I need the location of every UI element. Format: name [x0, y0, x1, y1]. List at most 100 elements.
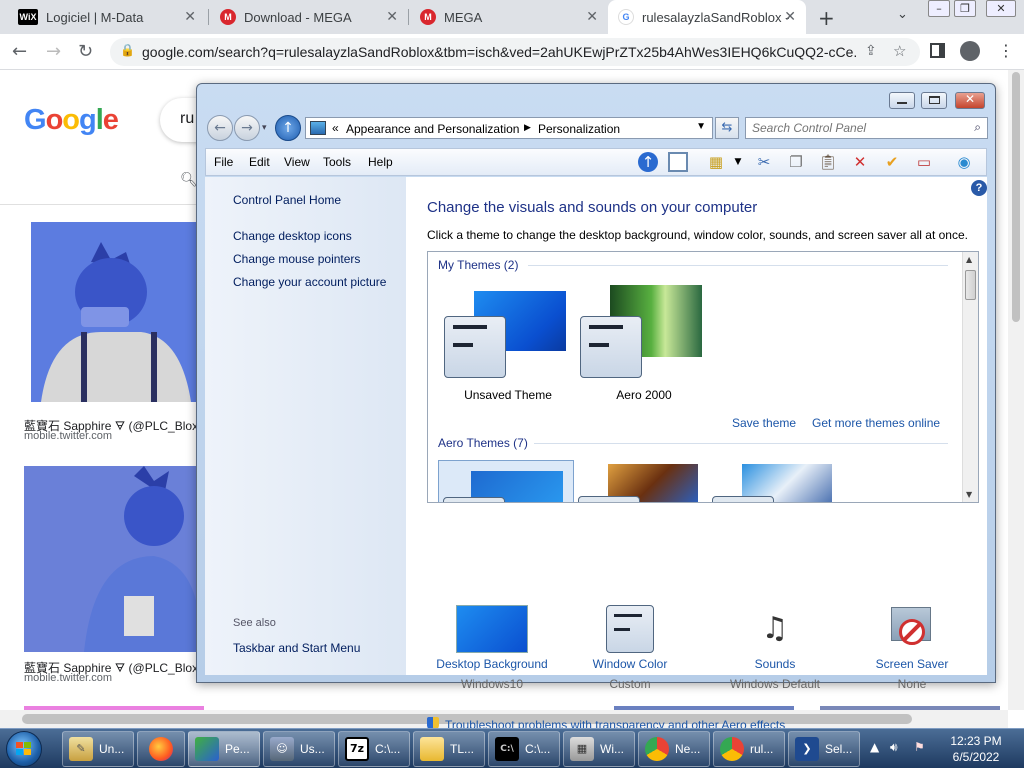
cp-close-button[interactable]: ✕ — [955, 92, 985, 109]
link-change-mouse-pointers[interactable]: Change mouse pointers — [233, 252, 360, 266]
history-dropdown-icon[interactable]: ▾ — [262, 123, 267, 133]
result-image[interactable] — [24, 466, 201, 652]
cp-refresh-button[interactable]: ⇆ — [715, 117, 739, 139]
theme-aero-architecture[interactable] — [578, 464, 708, 502]
cp-minimize-button[interactable] — [889, 92, 915, 109]
taskbar-btn-chrome-rul[interactable]: rul... — [713, 731, 785, 767]
taskbar-btn-folder[interactable]: TL... — [413, 731, 485, 767]
taskbar-btn-powershell[interactable]: ❯ Sel... — [788, 731, 860, 767]
paint-icon: ✎ — [69, 737, 93, 761]
share-icon[interactable]: ⇪ — [865, 43, 877, 59]
menu-edit[interactable]: Edit — [249, 155, 270, 169]
close-tab-icon[interactable]: ✕ — [184, 9, 196, 25]
taskbar-btn-windows[interactable]: ▦ Wi... — [563, 731, 635, 767]
tab-mega[interactable]: M MEGA ✕ — [410, 0, 608, 34]
taskbar-btn-cmd[interactable]: C:\ C:\... — [488, 731, 560, 767]
taskbar-btn-users[interactable]: ☺ Us... — [263, 731, 335, 767]
back-icon[interactable]: ← — [12, 41, 27, 62]
restore-button[interactable]: ❐ — [954, 0, 976, 17]
link-taskbar-start-menu[interactable]: Taskbar and Start Menu — [233, 641, 360, 655]
copy-icon[interactable]: ❐ — [786, 152, 806, 172]
theme-aero-windows[interactable] — [438, 460, 574, 502]
save-theme-link[interactable]: Save theme — [732, 416, 796, 430]
taskbar-btn-7zip[interactable]: 7z C:\... — [338, 731, 410, 767]
cp-forward-button[interactable]: → — [234, 115, 260, 141]
address-dropdown-icon[interactable]: ▼ — [696, 121, 706, 132]
get-more-themes-link[interactable]: Get more themes online — [812, 416, 940, 430]
close-tab-icon[interactable]: ✕ — [586, 9, 598, 25]
help-icon[interactable]: ? — [971, 180, 987, 196]
sounds-item[interactable]: ♫ Sounds Windows Default — [710, 605, 840, 691]
close-icon: ✕ — [964, 92, 976, 106]
lock-icon: 🔒 — [120, 43, 135, 57]
volume-icon[interactable]: 🔊︎ — [890, 740, 898, 755]
paste-icon[interactable]: 📋︎ — [818, 152, 838, 172]
menu-help[interactable]: Help — [368, 155, 393, 169]
taskbar-btn-paint[interactable]: ✎ Un... — [62, 731, 134, 767]
breadcrumb-appearance[interactable]: Appearance and Personalization — [346, 122, 519, 136]
checkmark-icon[interactable]: ✔ — [882, 152, 902, 172]
mega-icon: M — [220, 9, 236, 25]
bookmark-star-icon[interactable]: ☆ — [893, 42, 906, 60]
profile-avatar-icon[interactable] — [960, 41, 980, 61]
theme-aero-characters[interactable] — [712, 464, 842, 502]
show-hidden-icons-icon[interactable]: ▲ — [870, 740, 879, 754]
taskbar-btn-firefox[interactable] — [137, 731, 185, 767]
breadcrumb-personalization[interactable]: Personalization — [538, 122, 620, 136]
new-tab-icon[interactable]: + — [818, 6, 835, 30]
link-change-account-picture[interactable]: Change your account picture — [233, 275, 386, 289]
cp-up-button[interactable]: ↑ — [275, 115, 301, 141]
link-control-panel-home[interactable]: Control Panel Home — [233, 193, 341, 207]
delete-icon[interactable]: ✕ — [850, 152, 870, 172]
forward-icon[interactable]: → — [46, 41, 61, 62]
url-text[interactable]: google.com/search?q=rulesalayzlaSandRobl… — [142, 44, 857, 60]
side-panel-icon[interactable] — [930, 43, 945, 58]
folder-icon — [420, 737, 444, 761]
cut-icon[interactable]: ✂ — [754, 152, 774, 172]
cp-back-button[interactable]: ← — [207, 115, 233, 141]
breadcrumb-separator-icon[interactable]: ▶ — [524, 122, 531, 133]
desktop-background-item[interactable]: Desktop Background Windows10 — [427, 605, 557, 691]
cp-maximize-button[interactable] — [921, 92, 947, 109]
result-image[interactable] — [31, 222, 201, 402]
screen-saver-item[interactable]: Screen Saver None — [847, 605, 977, 691]
clock[interactable]: 12:23 PM 6/5/2022 — [946, 733, 1006, 765]
menu-view[interactable]: View — [284, 155, 310, 169]
address-bar[interactable]: 🔒 google.com/search?q=rulesalayzlaSandRo… — [110, 38, 920, 66]
close-tab-icon[interactable]: ✕ — [784, 9, 796, 25]
tab-logiciel[interactable]: WiX Logiciel | M-Data ✕ — [8, 0, 206, 34]
up-folder-icon[interactable]: ↑ — [638, 152, 658, 172]
menu-tools[interactable]: Tools — [323, 155, 351, 169]
views-icon[interactable]: ▦ — [706, 152, 726, 172]
menu-kebab-icon[interactable]: ⋮ — [998, 41, 1014, 60]
cp-search-box[interactable]: ⌕ — [745, 117, 988, 139]
cp-address-bar[interactable]: « Appearance and Personalization ▶ Perso… — [305, 117, 713, 139]
globe-icon[interactable]: ◉ — [954, 152, 974, 172]
taskbar-btn-chrome-new[interactable]: Ne... — [638, 731, 710, 767]
close-tab-icon[interactable]: ✕ — [386, 9, 398, 25]
close-button[interactable]: ✕ — [986, 0, 1016, 17]
cp-search-input[interactable] — [752, 121, 952, 135]
start-button[interactable] — [6, 731, 42, 767]
page-vertical-scrollbar[interactable] — [1008, 70, 1024, 710]
network-icon[interactable]: ⚑ — [914, 740, 925, 754]
taskbar-btn-personalization[interactable]: Pe... — [188, 731, 260, 767]
cp-menubar: File Edit View Tools Help ↑ ▦ ▼ ✂ ❐ 📋︎ ✕… — [205, 148, 987, 176]
properties-icon[interactable]: ▭ — [914, 152, 934, 172]
google-logo[interactable]: Google — [24, 104, 119, 137]
search-icon[interactable]: ⌕ — [974, 120, 981, 135]
link-change-desktop-icons[interactable]: Change desktop icons — [233, 229, 352, 243]
sounds-icon: ♫ — [761, 611, 789, 646]
themes-list[interactable]: My Themes (2) Unsaved Theme Aero 2000 Sa… — [427, 251, 979, 503]
tab-google-search[interactable]: G rulesalayzlaSandRoblox - ✕ — [608, 0, 806, 34]
folders-pane-icon[interactable] — [668, 152, 688, 172]
tab-download-mega[interactable]: M Download - MEGA ✕ — [210, 0, 408, 34]
themes-scrollbar[interactable]: ▲ ▼ — [962, 252, 978, 502]
reload-icon[interactable]: ↻ — [78, 41, 93, 62]
firefox-icon — [149, 737, 173, 761]
minimize-button[interactable]: – — [928, 0, 950, 17]
menu-file[interactable]: File — [214, 155, 233, 169]
views-dropdown-icon[interactable]: ▼ — [728, 152, 748, 172]
window-color-item[interactable]: Window Color Custom — [565, 605, 695, 691]
tab-search-chevron-icon[interactable]: ⌄ — [897, 7, 908, 22]
